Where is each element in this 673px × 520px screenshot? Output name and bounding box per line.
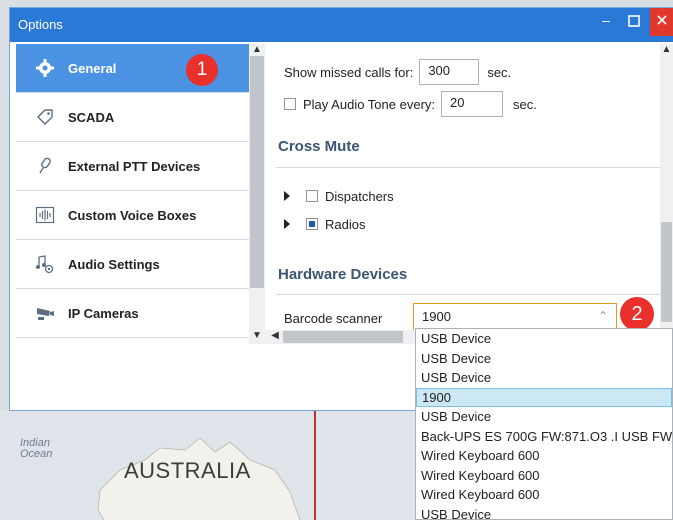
audio-gear-icon: [30, 252, 60, 276]
option-item[interactable]: USB Device: [416, 505, 672, 520]
tag-icon: [30, 105, 60, 129]
play-tone-label: Play Audio Tone every:: [303, 96, 436, 112]
divider: [276, 167, 660, 168]
barcode-options-list: USB Device USB Device USB Device 1900 US…: [415, 328, 673, 520]
cross-mute-title: Cross Mute: [278, 138, 360, 155]
sidebar-item-audio-settings[interactable]: Audio Settings: [16, 240, 249, 289]
sidebar-item-scada[interactable]: SCADA: [16, 93, 249, 142]
sidebar-item-ip-cameras[interactable]: IP Cameras: [16, 289, 249, 338]
radios-row: Radios: [284, 210, 365, 238]
option-item[interactable]: USB Device: [416, 329, 672, 349]
scroll-left-icon[interactable]: ◀: [267, 330, 283, 341]
expand-arrow-icon[interactable]: [284, 219, 290, 229]
barcode-selected-value: 1900: [422, 309, 451, 324]
barcode-scanner-label: Barcode scanner: [284, 310, 383, 326]
sidebar-item-label: Audio Settings: [68, 256, 160, 272]
dispatchers-checkbox[interactable]: [306, 190, 318, 202]
ocean-label: Indian Ocean: [20, 438, 52, 460]
missed-calls-input[interactable]: 300: [419, 59, 480, 85]
barcode-row: Barcode scanner: [284, 304, 382, 332]
microphone-icon: [30, 154, 60, 178]
option-item[interactable]: Back-UPS ES 700G FW:871.O3 .I USB FW:O3: [416, 427, 672, 447]
minimize-button[interactable]: –: [592, 8, 620, 36]
country-label: AUSTRALIA: [124, 458, 251, 483]
sidebar: General 1 SCADA External PTT Devices Cus…: [16, 44, 249, 344]
hardware-devices-title: Hardware Devices: [278, 266, 408, 283]
scroll-up-icon[interactable]: ▲: [660, 44, 673, 55]
expand-arrow-icon[interactable]: [284, 191, 290, 201]
map-boundary-line: [314, 410, 316, 520]
option-item[interactable]: Wired Keyboard 600: [416, 485, 672, 505]
sidebar-item-label: External PTT Devices: [68, 158, 201, 174]
maximize-button[interactable]: [620, 8, 648, 36]
sidebar-item-external-ptt-devices[interactable]: External PTT Devices: [16, 142, 249, 191]
step-badge-1: 1: [186, 54, 218, 86]
maximize-icon: [628, 15, 640, 27]
play-tone-row: Play Audio Tone every: 20 sec.: [284, 90, 537, 118]
option-item[interactable]: Wired Keyboard 600: [416, 466, 672, 486]
missed-calls-row: Show missed calls for: 300 sec.: [284, 58, 511, 86]
gear-icon: [30, 56, 60, 80]
dispatchers-row: Dispatchers: [284, 182, 394, 210]
ocean-label-line2: Ocean: [20, 448, 53, 460]
chevron-up-icon: ⌃: [597, 309, 608, 323]
sidebar-item-label: General: [68, 60, 117, 76]
sidebar-item-general[interactable]: General 1: [16, 44, 249, 93]
window-title: Options: [18, 17, 63, 32]
sidebar-item-label: Custom Voice Boxes: [68, 207, 197, 223]
play-tone-checkbox[interactable]: [284, 98, 296, 110]
sidebar-scrollbar[interactable]: ▲ ▼: [249, 44, 265, 344]
camera-icon: [30, 301, 60, 325]
missed-calls-label: Show missed calls for:: [284, 64, 414, 80]
divider: [276, 294, 660, 295]
title-bar: Options –: [10, 8, 673, 42]
close-icon: [656, 15, 667, 25]
dispatchers-label: Dispatchers: [325, 188, 394, 204]
sidebar-item-label: IP Cameras: [68, 305, 139, 321]
general-settings-panel: Show missed calls for: 300 sec. Play Aud…: [268, 44, 660, 344]
radios-label: Radios: [325, 216, 366, 232]
horizontal-scroll-thumb[interactable]: [283, 331, 403, 343]
sidebar-item-label: SCADA: [68, 109, 115, 125]
scroll-up-icon[interactable]: ▲: [249, 44, 265, 55]
option-item[interactable]: USB Device: [416, 407, 672, 427]
option-item-selected[interactable]: 1900: [416, 387, 672, 407]
close-button[interactable]: [650, 8, 673, 36]
content-scroll-thumb[interactable]: [661, 222, 672, 322]
scroll-down-icon[interactable]: ▼: [249, 330, 265, 341]
play-tone-input[interactable]: 20: [441, 91, 504, 117]
content-scrollbar[interactable]: ▲: [660, 44, 673, 344]
sidebar-scroll-thumb[interactable]: [250, 56, 264, 288]
option-item[interactable]: USB Device: [416, 368, 672, 388]
option-item[interactable]: Wired Keyboard 600: [416, 446, 672, 466]
play-tone-unit: sec.: [513, 96, 537, 112]
radios-checkbox[interactable]: [306, 218, 318, 230]
step-badge-2: 2: [620, 297, 654, 331]
missed-calls-unit: sec.: [487, 64, 512, 80]
sidebar-item-custom-voice-boxes[interactable]: Custom Voice Boxes: [16, 191, 249, 240]
barcode-scanner-select[interactable]: 1900 ⌃: [413, 303, 617, 331]
option-item[interactable]: USB Device: [416, 349, 672, 369]
waveform-icon: [30, 203, 60, 227]
